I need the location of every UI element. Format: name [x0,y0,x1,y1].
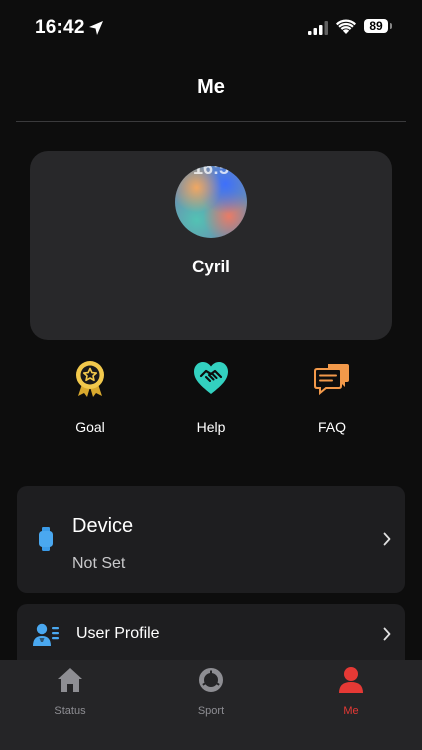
help-button[interactable]: Help [161,360,261,440]
avatar[interactable]: 16:5 [175,166,247,238]
battery-indicator: 89 [364,19,392,35]
smartwatch-icon [39,527,53,551]
chevron-right-icon [383,532,391,546]
header-divider [16,121,406,122]
person-icon [339,667,363,693]
me-screen: 16:42 89 Me 16:5 Cyril Goal Help FAQ Dev… [0,0,422,750]
device-row[interactable]: Device Not Set [17,486,405,593]
tab-status[interactable]: Status [20,666,120,717]
cellular-signal-icon [308,21,328,35]
location-arrow-icon [89,21,103,35]
user-profile-label: User Profile [76,625,160,642]
status-time: 16:42 [35,17,85,38]
avatar-overlay-text: 16:5 [192,166,230,178]
chat-bubbles-icon [314,364,349,396]
goal-button[interactable]: Goal [40,360,140,440]
device-value: Not Set [72,555,126,572]
tab-me[interactable]: Me [301,666,401,717]
heart-handshake-icon [194,362,228,394]
help-label: Help [196,419,226,435]
device-title: Device [72,515,134,537]
tab-sport-label: Sport [197,705,225,717]
faq-button[interactable]: FAQ [282,360,382,440]
wifi-icon [336,19,356,34]
page-title: Me [197,76,225,98]
battery-cap [390,23,392,29]
tab-sport[interactable]: Sport [161,666,261,717]
tab-me-label: Me [343,705,359,717]
home-icon [58,668,82,692]
battery-level: 89 [364,19,388,33]
chevron-right-icon [383,627,391,641]
medal-star-icon [76,361,104,397]
goal-label: Goal [75,419,105,435]
faq-label: FAQ [317,419,346,435]
profile-card[interactable]: 16:5 Cyril [30,151,392,340]
tab-status-label: Status [54,705,86,717]
tab-bar: Status Sport Me [0,660,422,750]
sport-ring-icon [199,668,223,692]
status-bar: 16:42 89 [0,0,422,56]
user-list-icon [33,623,59,646]
user-name: Cyril [192,257,230,276]
